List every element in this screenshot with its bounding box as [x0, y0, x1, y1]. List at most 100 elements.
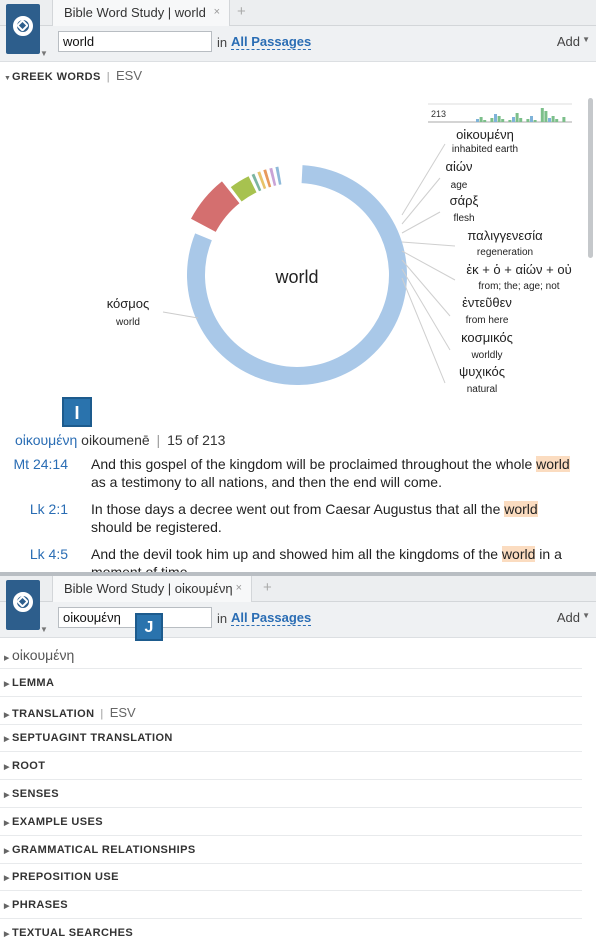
section-row[interactable]: ▶ SENSES — [0, 780, 582, 808]
histogram-bar — [483, 120, 487, 122]
add-button[interactable]: Add — [557, 610, 580, 625]
histogram-bar — [544, 111, 548, 122]
histogram-bar — [497, 116, 501, 122]
word-label-psychikos[interactable]: ψυχικός — [459, 364, 505, 379]
highlighted-word: world — [536, 456, 570, 472]
expand-triangle-icon: ▶ — [4, 680, 10, 688]
histogram-bar — [490, 118, 494, 122]
gloss-label: age — [451, 180, 468, 191]
histogram-bar — [555, 119, 559, 122]
histogram-bar — [526, 119, 530, 122]
word-label-paliggenesia[interactable]: παλιγγενεσία — [467, 228, 543, 243]
separator: | — [156, 432, 161, 448]
histogram-bar — [562, 117, 566, 122]
verse-text: And this gospel of the kingdom will be p… — [91, 455, 576, 491]
expand-triangle-icon: ▶ — [4, 764, 10, 772]
close-icon[interactable]: × — [236, 582, 242, 594]
highlighted-word: world — [501, 546, 536, 562]
word-label-ek-ho-aion-ou[interactable]: ἐκ + ὁ + αἰών + οὐ — [466, 262, 571, 277]
headword-transliteration: oikoumenē — [81, 432, 150, 448]
histogram-bar — [540, 108, 544, 122]
section-label: οἰκουμένη — [12, 647, 75, 663]
section-row[interactable]: ▶ EXAMPLE USES — [0, 808, 582, 836]
headword-count: 15 of 213 — [167, 432, 226, 448]
gloss-label: from here — [466, 315, 509, 326]
expand-triangle-icon: ▶ — [4, 819, 10, 827]
section-row[interactable]: ▶ PREPOSITION USE — [0, 863, 582, 892]
in-label: in — [217, 611, 228, 626]
word-label-oikoumene[interactable]: οἰκουμένη — [456, 127, 514, 142]
callout-badge-j: J — [135, 613, 163, 641]
scrollbar[interactable] — [588, 98, 593, 258]
section-row[interactable]: ▶ SEPTUAGINT TRANSLATION — [0, 724, 582, 753]
leader-line — [401, 211, 441, 234]
chevron-down-icon[interactable]: ▼ — [582, 611, 590, 620]
verse-text-part: In those days a decree went out from Cae… — [91, 501, 505, 517]
passages-dropdown[interactable]: All Passages — [231, 610, 312, 626]
greek-words-donut-chart: world 213 κόσμος world οἰκουμένη inhabit… — [107, 103, 572, 395]
section-row[interactable]: ▶ GRAMMATICAL RELATIONSHIPS — [0, 836, 582, 864]
leader-line — [401, 259, 451, 317]
tab-title: Bible Word Study | οἰκουμένη — [64, 581, 233, 596]
gloss-label: inhabited earth — [452, 144, 518, 155]
verse-reference-link[interactable]: Lk 2:1 — [30, 500, 68, 518]
verse-text-part: as a testimony to all nations, and then … — [91, 474, 442, 490]
tab-bible-word-study-oikoumene[interactable]: Bible Word Study | οἰκουμένη × — [52, 576, 252, 602]
word-label-aion[interactable]: αἰών — [445, 159, 472, 174]
leader-line — [401, 250, 456, 281]
histogram-bar — [476, 119, 479, 122]
expand-triangle-icon: ▶ — [4, 711, 10, 719]
expand-triangle-icon: ▶ — [4, 655, 10, 662]
separator: | — [100, 707, 104, 720]
histogram-bar — [494, 114, 497, 122]
expand-triangle-icon: ▶ — [4, 736, 10, 744]
verse-reference-link[interactable]: Mt 24:14 — [14, 455, 68, 473]
donut-segment[interactable] — [275, 166, 282, 185]
gloss-label: worldly — [470, 350, 502, 361]
gloss-label: natural — [467, 384, 498, 395]
word-study-panel-world: Bible Word Study | world × + ▼ world in … — [0, 0, 596, 572]
histogram-bar — [533, 120, 537, 122]
logos-logo-icon[interactable] — [6, 580, 40, 630]
expand-triangle-icon: ▶ — [4, 931, 10, 938]
leader-line — [401, 241, 456, 247]
section-label: EXAMPLE USES — [12, 815, 103, 828]
verse-text: And the devil took him up and showed him… — [91, 545, 576, 572]
histogram-bar — [519, 118, 523, 122]
expand-triangle-icon: ▶ — [4, 847, 10, 855]
verse-reference-link[interactable]: Lk 4:5 — [30, 545, 68, 563]
gloss-label: flesh — [453, 213, 474, 224]
word-label-kosmos[interactable]: κόσμος — [107, 296, 150, 311]
new-tab-plus-icon[interactable]: + — [263, 579, 272, 596]
expand-triangle-icon: ▶ — [4, 903, 10, 911]
verse-text-part: And the devil took him up and showed him… — [91, 546, 502, 562]
word-label-kosmikos[interactable]: κοσμικός — [461, 330, 513, 345]
expand-triangle-icon: ▶ — [4, 875, 10, 883]
section-label: SEPTUAGINT TRANSLATION — [12, 732, 173, 745]
word-study-panel-oikoumene: Bible Word Study | οἰκουμένη × + ▼ οἰκου… — [0, 576, 596, 945]
histogram-max-label: 213 — [431, 109, 446, 119]
histogram-bar — [479, 117, 483, 122]
section-row[interactable]: ▶ PHRASES — [0, 891, 582, 920]
chevron-down-icon[interactable]: ▼ — [40, 625, 48, 634]
leader-line-kosmos — [162, 311, 199, 319]
section-label: ROOT — [12, 760, 46, 773]
section-row[interactable]: ▶ TEXTUAL SEARCHES — [0, 919, 582, 945]
verse-text-part: should be registered. — [91, 519, 222, 535]
histogram-bar — [515, 113, 519, 122]
word-label-sarx[interactable]: σάρξ — [450, 193, 479, 208]
center-word: world — [274, 267, 318, 287]
section-row[interactable]: ▶ TRANSLATION | ESV — [0, 697, 582, 725]
section-row[interactable]: ▶ LEMMA — [0, 669, 582, 697]
section-row[interactable]: ▶ οἰκουμένη — [0, 641, 582, 669]
histogram-bar — [548, 118, 551, 122]
donut-segment[interactable] — [269, 167, 277, 186]
section-row[interactable]: ▶ ROOT — [0, 752, 582, 781]
version-label[interactable]: ESV — [110, 705, 136, 720]
gloss-label-kosmos: world — [115, 317, 140, 328]
section-label: TEXTUAL SEARCHES — [12, 927, 134, 939]
word-label-enteuthen[interactable]: ἐντεῦθεν — [462, 295, 512, 310]
headword-greek-link[interactable]: οἰκουμένη — [15, 432, 77, 448]
histogram-bar — [551, 116, 555, 122]
toolbar: ▼ οἰκουμένη J in All Passages Add ▼ — [0, 580, 596, 641]
